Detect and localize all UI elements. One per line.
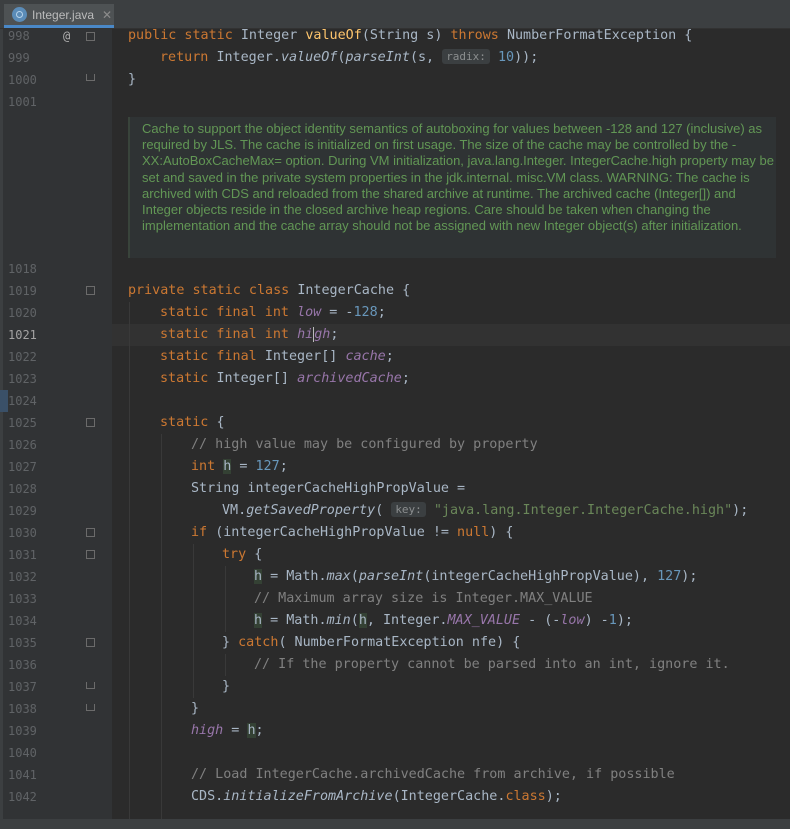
line-number: 1034 — [8, 614, 37, 628]
fold-toggle-icon[interactable] — [86, 528, 95, 537]
line-number: 1033 — [8, 592, 37, 606]
fold-end-icon[interactable] — [86, 704, 95, 711]
fold-toggle-icon[interactable] — [86, 286, 95, 295]
parameter-hint: radix: — [442, 49, 490, 64]
line-number: 1031 — [8, 548, 37, 562]
parameter-hint: key: — [391, 502, 426, 517]
code-line-1028[interactable]: String integerCacheHighPropValue = — [191, 478, 465, 500]
text-caret: gh — [313, 327, 331, 342]
java-class-icon — [12, 7, 27, 22]
code-line-1038[interactable]: } — [191, 698, 199, 720]
line-number: 1021 — [8, 328, 37, 342]
code-line-1021[interactable]: static final int high; — [160, 324, 338, 346]
line-number: 1025 — [8, 416, 37, 430]
left-tool-strip — [0, 29, 3, 819]
code-line-1023[interactable]: static Integer[] archivedCache; — [160, 368, 410, 390]
horizontal-scrollbar[interactable] — [0, 819, 790, 829]
line-number: 1037 — [8, 680, 37, 694]
fold-toggle-icon[interactable] — [86, 418, 95, 427]
line-number: 1030 — [8, 526, 37, 540]
fold-toggle-icon[interactable] — [86, 550, 95, 559]
indent-guide — [161, 434, 162, 819]
line-number: 1026 — [8, 438, 37, 452]
code-line-1027[interactable]: int h = 127; — [191, 456, 288, 478]
code-line-1031[interactable]: try { — [222, 544, 262, 566]
line-number: 1018 — [8, 262, 37, 276]
indent-guide — [129, 302, 130, 819]
close-icon[interactable]: ✕ — [102, 8, 112, 22]
line-number: 1022 — [8, 350, 37, 364]
line-number: 999 — [8, 51, 30, 65]
gutter-marker — [0, 390, 8, 412]
line-number: 1035 — [8, 636, 37, 650]
line-number: 1029 — [8, 504, 37, 518]
line-number: 1042 — [8, 790, 37, 804]
indent-guide — [193, 544, 194, 698]
code-line-1033[interactable]: // Maximum array size is Integer.MAX_VAL… — [254, 588, 593, 610]
fold-toggle-icon[interactable] — [86, 638, 95, 647]
code-line-1025[interactable]: static { — [160, 412, 225, 434]
code-line-1039[interactable]: high = h; — [191, 720, 264, 742]
line-number: 1023 — [8, 372, 37, 386]
code-line-1020[interactable]: static final int low = -128; — [160, 302, 386, 324]
indent-guide — [225, 654, 226, 676]
line-number: 1036 — [8, 658, 37, 672]
line-number: 1038 — [8, 702, 37, 716]
line-number: 1019 — [8, 284, 37, 298]
code-line-1022[interactable]: static final Integer[] cache; — [160, 346, 394, 368]
code-line-1026[interactable]: // high value may be configured by prope… — [191, 434, 538, 456]
code-line-1042[interactable]: CDS.initializeFromArchive(IntegerCache.c… — [191, 786, 562, 808]
code-line-1041[interactable]: // Load IntegerCache.archivedCache from … — [191, 764, 675, 786]
fold-toggle-icon[interactable] — [86, 32, 95, 41]
rendered-javadoc-comment[interactable]: Cache to support the object identity sem… — [128, 117, 776, 258]
tab-integer-java[interactable]: Integer.java ✕ — [4, 4, 114, 28]
code-line-999[interactable]: return Integer.valueOf(parseInt(s, radix… — [160, 47, 538, 69]
code-line-1032[interactable]: h = Math.max(parseInt(integerCacheHighPr… — [254, 566, 697, 588]
code-line-998[interactable]: public static Integer valueOf(String s) … — [128, 25, 692, 47]
line-number: 1001 — [8, 95, 37, 109]
override-annotation-icon[interactable]: @ — [63, 29, 70, 43]
line-number: 1039 — [8, 724, 37, 738]
code-line-1030[interactable]: if (integerCacheHighPropValue != null) { — [191, 522, 513, 544]
line-number: 1040 — [8, 746, 37, 760]
tab-label: Integer.java — [32, 7, 95, 22]
code-line-1034[interactable]: h = Math.min(h, Integer.MAX_VALUE - (-lo… — [254, 610, 633, 632]
code-line-1036[interactable]: // If the property cannot be parsed into… — [254, 654, 730, 676]
line-number: 1000 — [8, 73, 37, 87]
code-line-1029[interactable]: VM.getSavedProperty( key: "java.lang.Int… — [222, 500, 748, 522]
fold-end-icon[interactable] — [86, 682, 95, 689]
fold-end-icon[interactable] — [86, 74, 95, 81]
line-number: 998 — [8, 29, 30, 43]
line-number: 1032 — [8, 570, 37, 584]
indent-guide — [225, 566, 226, 632]
line-number: 1024 — [8, 394, 37, 408]
line-number: 1028 — [8, 482, 37, 496]
code-line-1019[interactable]: private static class IntegerCache { — [128, 280, 410, 302]
line-number: 1020 — [8, 306, 37, 320]
code-line-1000[interactable]: } — [128, 69, 136, 91]
code-line-1037[interactable]: } — [222, 676, 230, 698]
line-number: 1041 — [8, 768, 37, 782]
code-line-1035[interactable]: } catch( NumberFormatException nfe) { — [222, 632, 520, 654]
line-number: 1027 — [8, 460, 37, 474]
